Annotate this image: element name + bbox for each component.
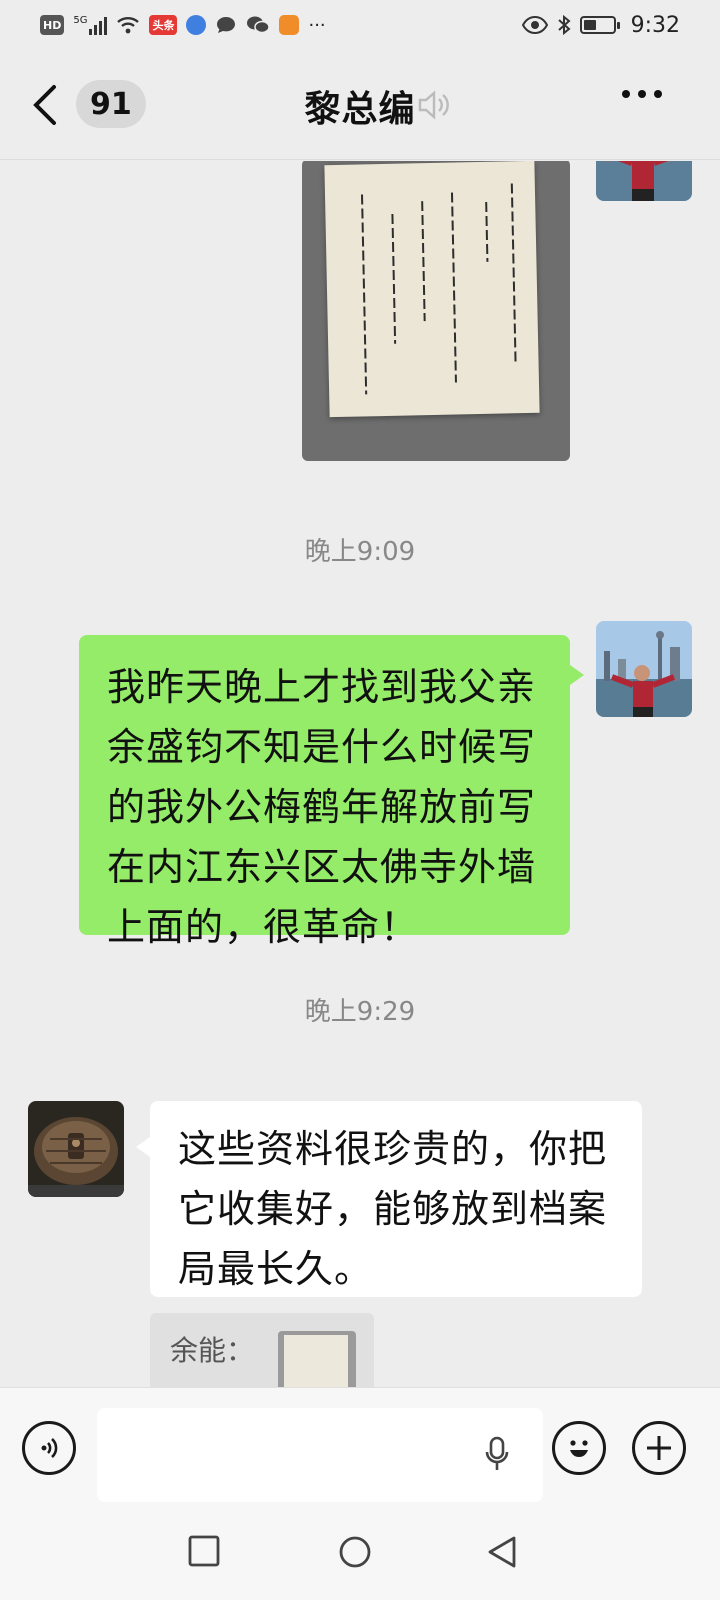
news-app-icon: 头条	[149, 15, 178, 35]
clock: 9:32	[630, 12, 680, 38]
incoming-message-bubble[interactable]: 这些资料很珍贵的，你把它收集好，能够放到档案局最长久。	[136, 1101, 642, 1297]
eye-icon	[521, 16, 548, 34]
plus-icon	[647, 1436, 671, 1460]
bluetooth-icon	[557, 14, 571, 36]
network-type: 5G	[73, 15, 88, 26]
more-functions-button[interactable]	[632, 1421, 686, 1475]
recent-apps-button[interactable]	[188, 1535, 220, 1567]
battery-icon	[579, 16, 620, 34]
hd-indicator: HD	[40, 15, 65, 35]
quoted-message[interactable]: 余能：	[150, 1313, 374, 1387]
self-avatar[interactable]	[596, 621, 692, 717]
voice-mode-button[interactable]	[22, 1421, 76, 1475]
quoted-image-thumbnail[interactable]	[278, 1331, 356, 1387]
avatar-photo	[596, 161, 692, 201]
avatar-photo	[28, 1101, 124, 1197]
timestamp: 晚上9:29	[304, 997, 416, 1027]
more-options-button[interactable]	[622, 90, 662, 98]
more-notifications: ···	[308, 14, 326, 36]
back-nav-button[interactable]	[486, 1535, 518, 1569]
message-icon	[217, 17, 236, 33]
self-avatar[interactable]	[596, 161, 692, 201]
timestamp: 晚上9:09	[304, 537, 416, 567]
microphone-icon[interactable]	[484, 1436, 510, 1472]
wifi-icon	[117, 17, 140, 34]
video-app-icon	[279, 15, 300, 35]
status-right: 9:32	[521, 12, 680, 38]
input-bar	[0, 1387, 720, 1505]
image-message[interactable]	[302, 161, 570, 461]
chat-title: 黎总编	[304, 89, 416, 130]
browser-app-icon	[186, 15, 207, 35]
emoji-icon	[570, 1440, 588, 1457]
home-button[interactable]	[338, 1535, 372, 1569]
message-input[interactable]	[97, 1408, 543, 1502]
status-left: HD 5G 头条 ···	[40, 15, 326, 36]
chat-messages[interactable]: 晚上9:09 我昨天晚上才找到我父亲余盛钧不知是什么时候写的我外公梅鹤年解放前写…	[0, 161, 720, 1387]
status-bar: HD 5G 头条 ··· 9:32	[0, 0, 720, 50]
avatar-photo	[596, 621, 692, 717]
voice-mode-icon	[41, 1438, 58, 1458]
system-navigation-bar	[0, 1505, 720, 1600]
contact-avatar[interactable]	[28, 1101, 124, 1197]
muted-speaker-icon	[418, 90, 449, 120]
chat-header: 91 黎总编	[0, 50, 720, 160]
emoji-button[interactable]	[552, 1421, 606, 1475]
quote-sender-label: 余能：	[170, 1334, 255, 1367]
calligraphy-photo	[324, 161, 540, 418]
outgoing-message-bubble[interactable]: 我昨天晚上才找到我父亲余盛钧不知是什么时候写的我外公梅鹤年解放前写在内江东兴区太…	[79, 635, 584, 949]
more-dots-icon	[622, 90, 630, 98]
signal-icon: 5G	[73, 15, 108, 35]
wechat-icon	[247, 16, 271, 34]
